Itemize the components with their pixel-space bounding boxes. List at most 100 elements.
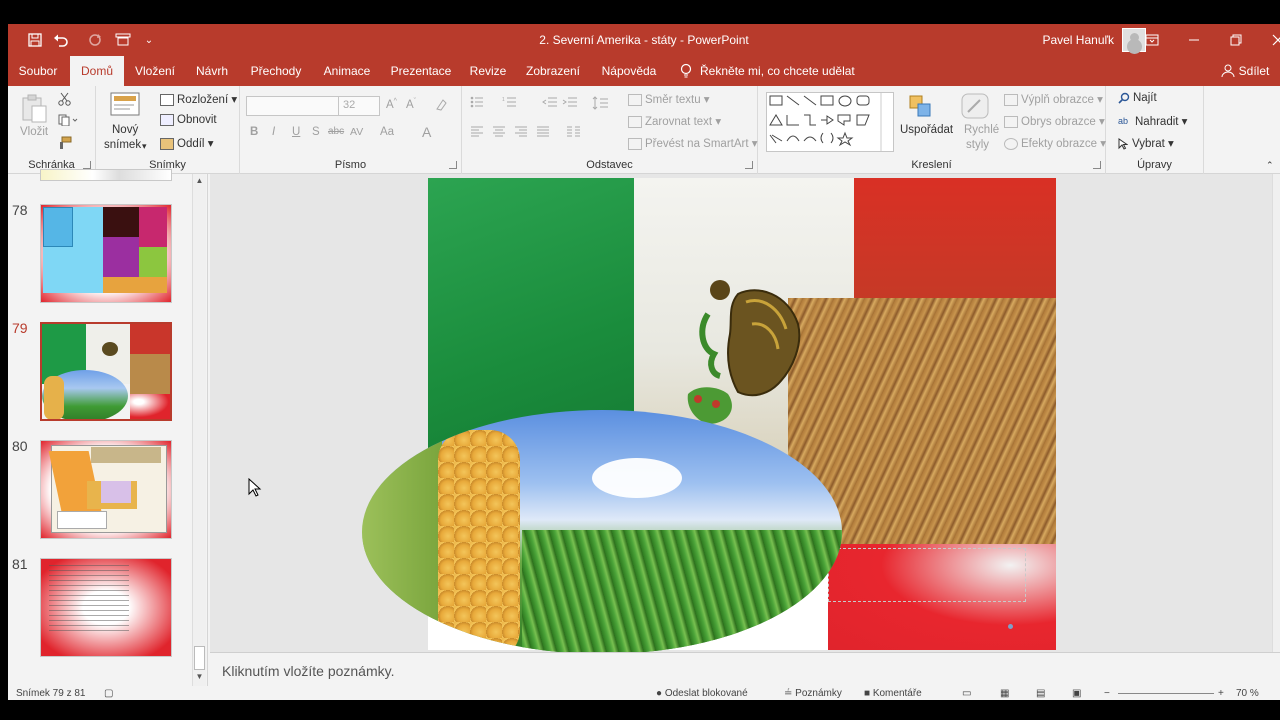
thumbnail-slide-80[interactable] [40, 440, 172, 539]
thumbnail-slide-79[interactable] [38, 320, 174, 423]
line-spacing-icon[interactable] [592, 96, 614, 113]
tab-animations[interactable]: Animace [314, 56, 380, 86]
tab-design[interactable]: Návrh [186, 56, 238, 86]
quick-styles-label-2[interactable]: styly [966, 139, 989, 151]
shapes-gallery[interactable] [766, 92, 894, 152]
share-icon[interactable] [1218, 56, 1238, 86]
shadow-button[interactable]: S [312, 126, 320, 138]
tab-slideshow[interactable]: Prezentace [382, 56, 460, 86]
bold-button[interactable]: B [250, 126, 258, 138]
editor-scrollbar[interactable] [1272, 174, 1280, 652]
increase-indent-icon[interactable] [562, 96, 578, 111]
text-direction-button[interactable]: Směr textu ▾ [628, 92, 710, 106]
format-painter-icon[interactable] [58, 136, 72, 153]
change-case-button[interactable]: Aa [380, 126, 394, 138]
user-name[interactable]: Pavel Hanuľk [1042, 33, 1114, 47]
quick-styles-icon[interactable] [960, 92, 990, 123]
ribbon-display-options-icon[interactable] [1130, 24, 1174, 56]
arrange-icon[interactable] [906, 92, 934, 123]
italic-button[interactable]: I [272, 126, 275, 138]
thumbnail-slide-81[interactable] [40, 558, 172, 657]
notes-pane[interactable]: Kliknutím vložíte poznámky. [210, 652, 1280, 688]
new-slide-label-2[interactable]: snímek [104, 139, 141, 151]
strikethrough-button[interactable]: abc [328, 126, 344, 137]
zoom-level[interactable]: 70 % [1236, 688, 1259, 699]
align-text-button[interactable]: Zarovnat text ▾ [628, 114, 721, 128]
select-button[interactable]: Vybrat ▾ [1118, 136, 1174, 150]
notes-placeholder[interactable]: Kliknutím vložíte poznámky. [222, 663, 394, 679]
grow-font-icon[interactable]: A^ [386, 98, 397, 111]
decrease-indent-icon[interactable] [542, 96, 558, 111]
tab-home[interactable]: Domů [70, 56, 124, 86]
new-slide-dropdown-icon[interactable]: ▾ [142, 141, 147, 152]
align-right-icon[interactable] [514, 126, 528, 141]
tab-transitions[interactable]: Přechody [240, 56, 312, 86]
font-size-combo[interactable]: 32 [338, 96, 380, 116]
font-launcher-icon[interactable] [449, 161, 457, 169]
tab-insert[interactable]: Vložení [126, 56, 184, 86]
tab-view[interactable]: Zobrazení [516, 56, 590, 86]
numbering-icon[interactable]: 1 [502, 96, 528, 111]
layout-button[interactable]: Rozložení ▾ [160, 92, 237, 106]
new-slide-icon[interactable] [110, 92, 140, 123]
thumbnail-slide-78[interactable] [40, 204, 172, 303]
justify-icon[interactable] [536, 126, 550, 141]
scroll-thumb[interactable] [194, 646, 205, 670]
bullets-icon[interactable] [470, 96, 496, 111]
close-icon[interactable] [1256, 24, 1280, 56]
underline-button[interactable]: U [292, 126, 300, 138]
columns-icon[interactable] [566, 126, 588, 141]
copy-icon[interactable] [58, 114, 78, 129]
tab-help[interactable]: Nápověda [592, 56, 666, 86]
restore-icon[interactable] [1214, 24, 1258, 56]
smartart-button[interactable]: Převést na SmartArt ▾ [628, 136, 758, 150]
cut-icon[interactable] [58, 92, 72, 109]
clipboard-launcher-icon[interactable] [83, 161, 91, 169]
clear-formatting-icon[interactable] [434, 98, 448, 115]
align-left-icon[interactable] [470, 126, 484, 141]
new-slide-label-1[interactable]: Nový [112, 124, 138, 136]
spellcheck-icon[interactable]: ▢ [104, 688, 113, 699]
minimize-icon[interactable] [1172, 24, 1216, 56]
thumbnail-77-partial[interactable] [40, 169, 172, 181]
zoom-slider[interactable] [1118, 693, 1214, 694]
quick-styles-label-1[interactable]: Rychlé [964, 124, 999, 136]
zoom-out-icon[interactable]: − [1104, 688, 1110, 699]
tell-me-search[interactable]: Řekněte mi, co chcete udělat [700, 56, 860, 86]
reset-button[interactable]: Obnovit [160, 114, 217, 126]
paste-icon[interactable] [20, 94, 50, 124]
shape-effects-button[interactable]: Efekty obrazce ▾ [1004, 136, 1106, 150]
char-spacing-button[interactable]: AV [350, 126, 363, 138]
paste-button[interactable]: Vložit [20, 126, 48, 138]
shape-outline-button[interactable]: Obrys obrazce ▾ [1004, 114, 1105, 128]
text-placeholder-box[interactable] [828, 548, 1026, 602]
align-center-icon[interactable] [492, 126, 506, 141]
font-color-button[interactable]: A [422, 124, 431, 140]
shrink-font-icon[interactable]: Aˇ [406, 98, 416, 111]
font-family-combo[interactable] [246, 96, 340, 116]
arrange-button[interactable]: Uspořádat [900, 124, 953, 136]
thumbnails-scrollbar[interactable]: ▲ ▼ [192, 174, 206, 686]
drawing-launcher-icon[interactable] [1093, 161, 1101, 169]
paragraph-launcher-icon[interactable] [745, 161, 753, 169]
scroll-down-icon[interactable]: ▼ [194, 672, 205, 682]
slide-sorter-icon[interactable]: ▦ [1000, 688, 1009, 699]
zoom-in-icon[interactable]: + [1218, 688, 1224, 699]
tab-file[interactable]: Soubor [8, 56, 68, 86]
resize-handle[interactable] [1008, 624, 1013, 629]
collapse-ribbon-icon[interactable]: ⌃ [1266, 160, 1274, 171]
replace-button[interactable]: ab Nahradit ▾ [1118, 114, 1187, 128]
shape-fill-button[interactable]: Výplň obrazce ▾ [1004, 92, 1103, 106]
slideshow-icon[interactable]: ▣ [1072, 688, 1081, 699]
reading-view-icon[interactable]: ▤ [1036, 688, 1045, 699]
scroll-up-icon[interactable]: ▲ [194, 176, 205, 186]
send-blocked-button[interactable]: ● Odeslat blokované [656, 688, 748, 699]
tab-review[interactable]: Revize [462, 56, 514, 86]
notes-button[interactable]: ≟ Poznámky [784, 688, 842, 699]
share-button[interactable]: Sdílet [1236, 56, 1272, 86]
normal-view-icon[interactable]: ▭ [962, 688, 971, 699]
section-button[interactable]: Oddíl ▾ [160, 136, 213, 150]
find-button[interactable]: Najít [1118, 92, 1157, 104]
comments-button[interactable]: ■ Komentáře [864, 688, 922, 699]
slide-canvas[interactable] [362, 178, 1056, 652]
